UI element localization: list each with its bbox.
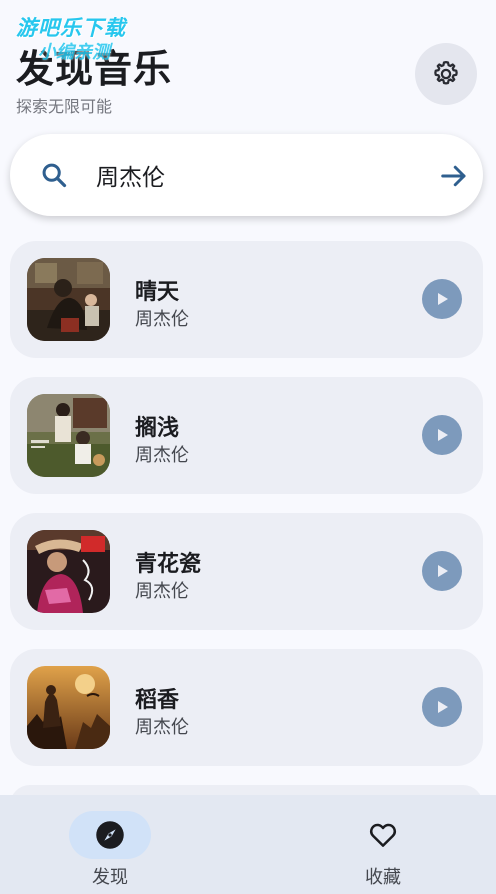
play-icon — [438, 701, 448, 713]
play-icon — [438, 293, 448, 305]
compass-icon — [96, 821, 124, 849]
song-card[interactable]: 稻香 周杰伦 — [10, 649, 483, 766]
song-card[interactable]: 搁浅 周杰伦 — [10, 377, 483, 494]
search-icon — [42, 163, 67, 188]
play-icon — [438, 565, 448, 577]
song-title: 青花瓷 — [135, 552, 202, 577]
album-cover — [27, 666, 110, 749]
search-bar — [10, 134, 483, 216]
heart-icon — [369, 823, 397, 847]
song-artist: 周杰伦 — [135, 717, 189, 738]
page-subtitle: 探索无限可能 — [16, 97, 113, 116]
song-artist: 周杰伦 — [135, 445, 189, 466]
song-card[interactable]: 晴天 周杰伦 — [10, 241, 483, 358]
album-cover — [27, 530, 110, 613]
play-button[interactable] — [422, 415, 462, 455]
song-artist: 周杰伦 — [135, 581, 189, 602]
arrow-right-icon[interactable] — [439, 161, 469, 191]
gear-icon — [434, 61, 458, 85]
watermark: 游吧乐下载 小编亲测 — [8, 8, 158, 68]
nav-item-favorites[interactable]: 收藏 — [313, 811, 453, 891]
song-card[interactable]: 青花瓷 周杰伦 — [10, 513, 483, 630]
nav-label: 发现 — [92, 867, 128, 888]
album-cover — [27, 394, 110, 477]
watermark-line2: 小编亲测 — [38, 42, 110, 63]
song-title: 稻香 — [135, 688, 180, 713]
play-icon — [438, 429, 448, 441]
song-artist: 周杰伦 — [135, 309, 189, 330]
bottom-nav: 发现 收藏 — [0, 795, 496, 894]
play-button[interactable] — [422, 551, 462, 591]
nav-item-discover[interactable]: 发现 — [40, 811, 180, 891]
nav-label: 收藏 — [365, 867, 401, 888]
search-input[interactable] — [96, 158, 416, 192]
play-button[interactable] — [422, 279, 462, 319]
song-title: 晴天 — [135, 280, 180, 305]
song-list: 晴天 周杰伦 搁浅 周杰伦 青花瓷 周杰伦 稻香 周杰伦 — [10, 241, 483, 825]
settings-button[interactable] — [415, 43, 477, 105]
album-cover — [27, 258, 110, 341]
song-title: 搁浅 — [135, 416, 180, 441]
play-button[interactable] — [422, 687, 462, 727]
